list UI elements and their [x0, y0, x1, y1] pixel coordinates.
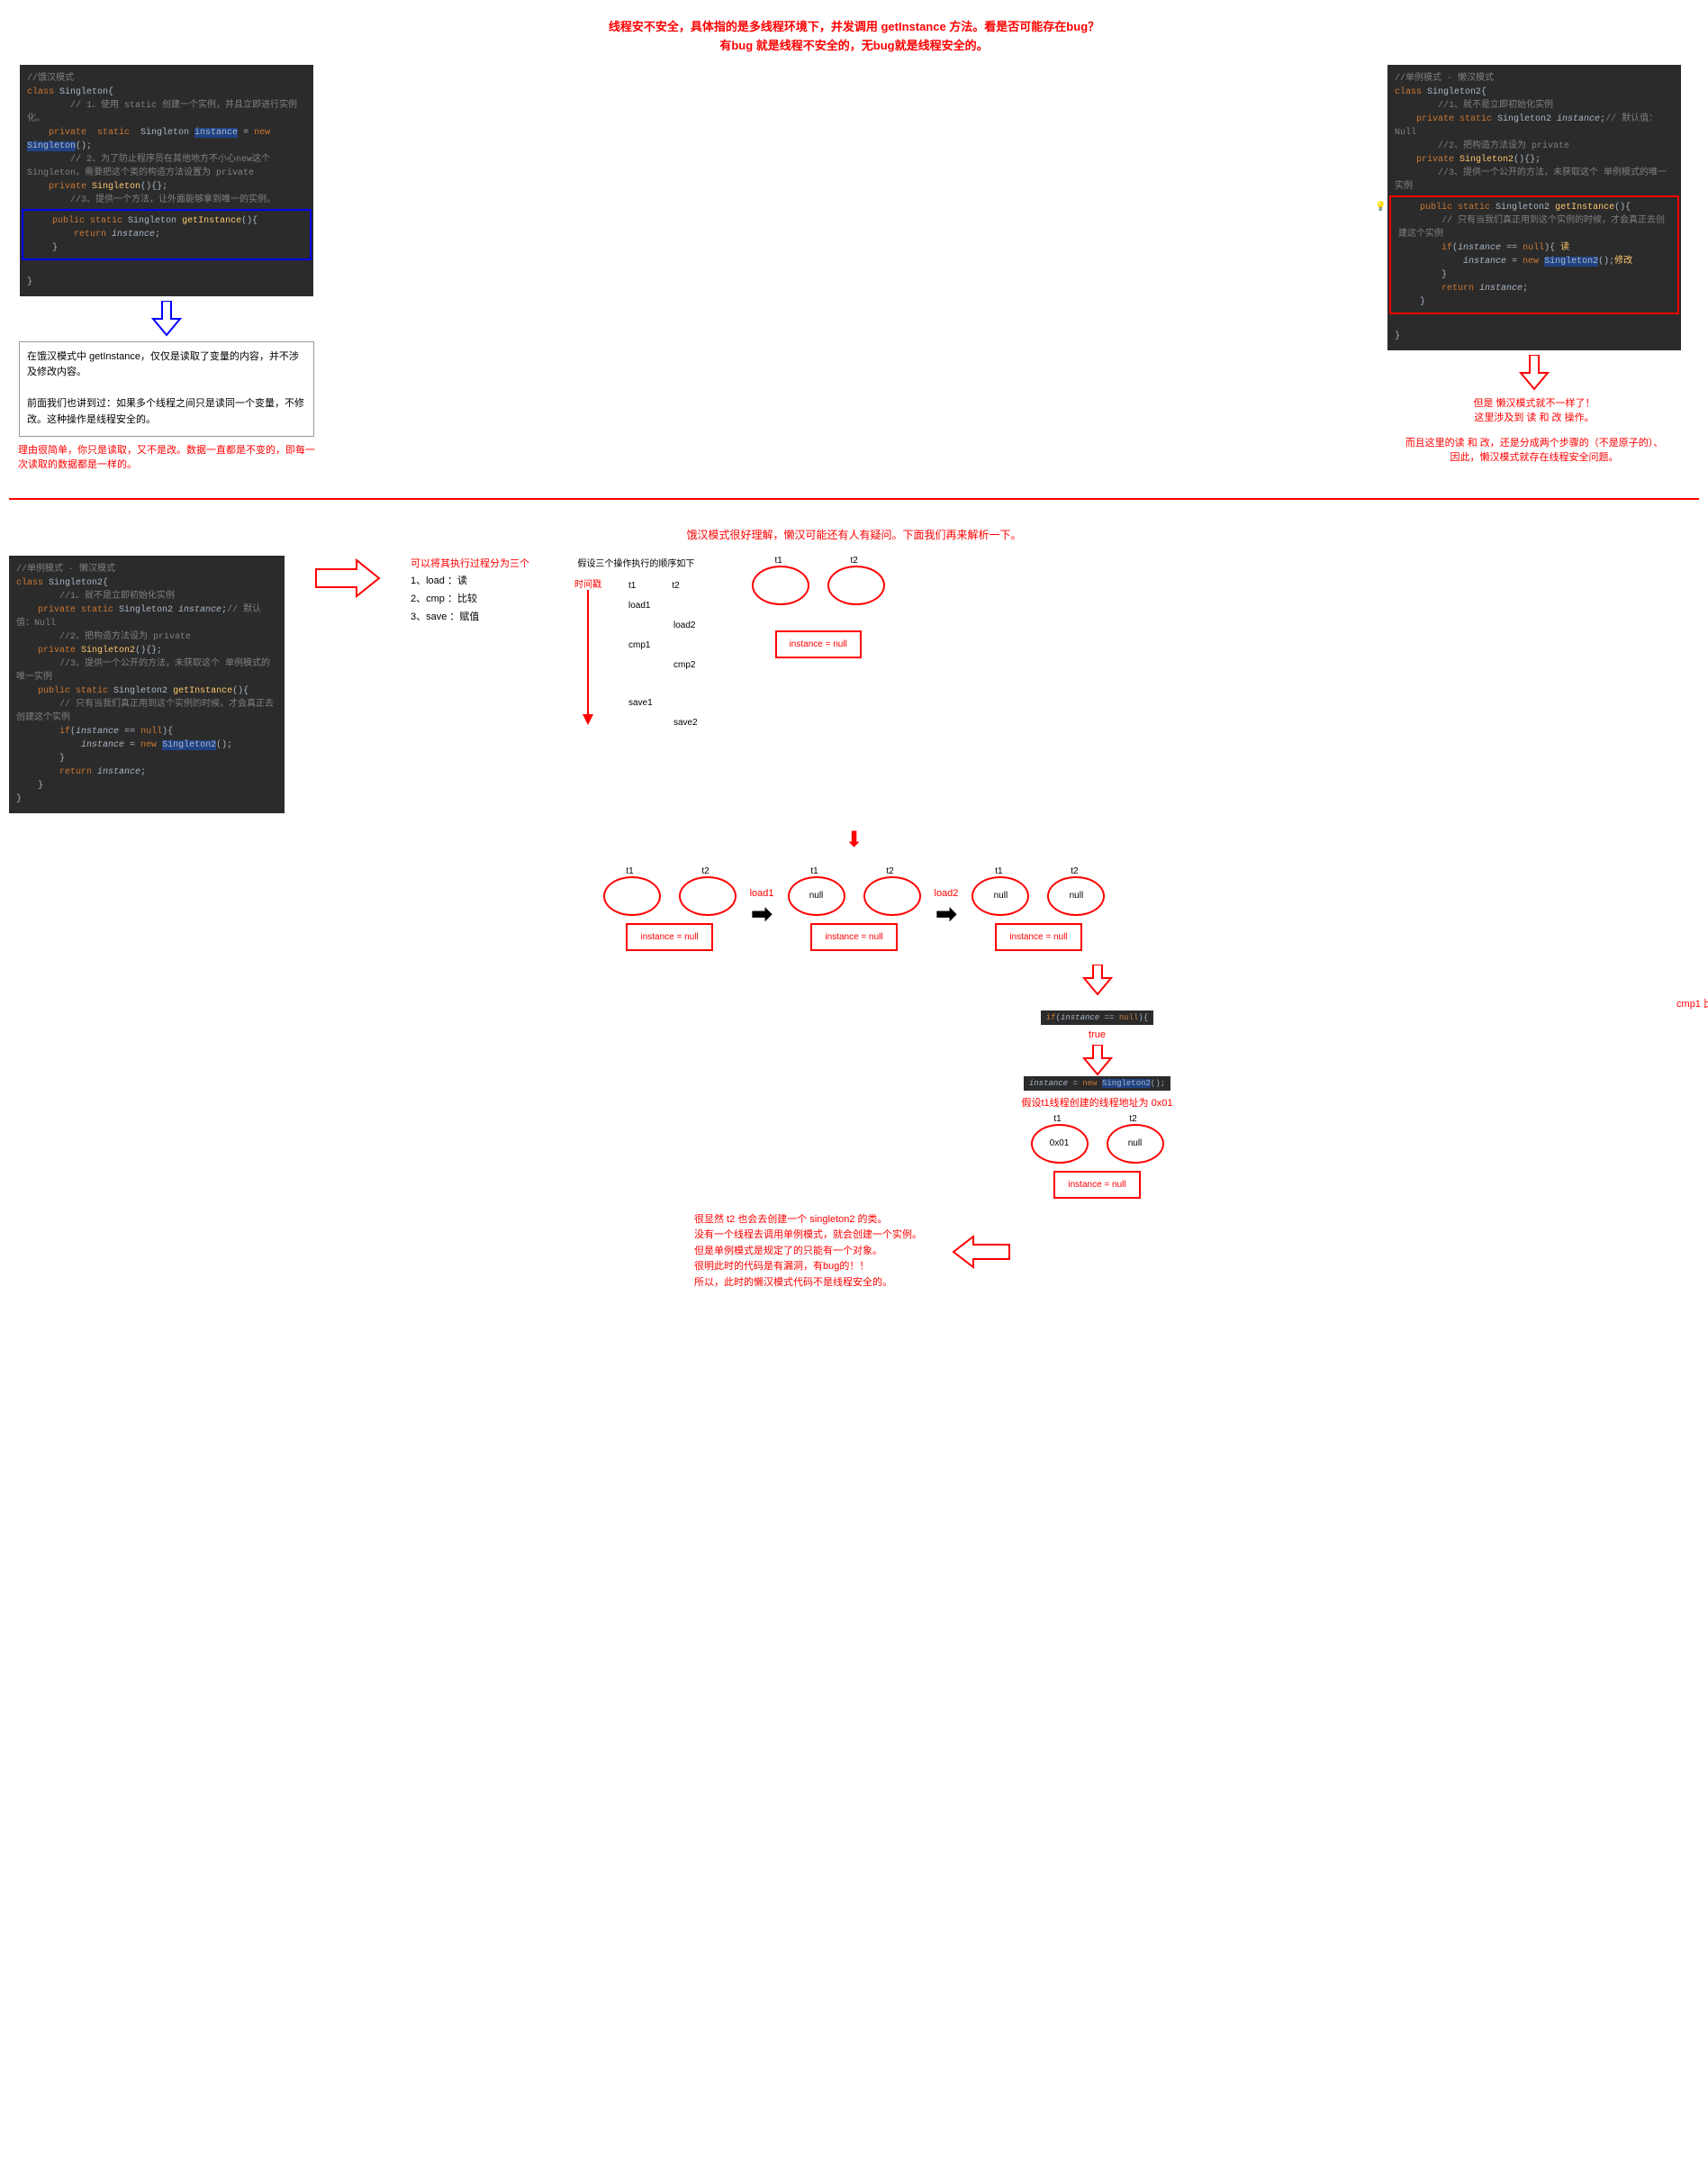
arrow-down-icon	[149, 301, 185, 337]
state-1: t1 t2 instance = null	[603, 866, 737, 951]
timeline: 假设三个操作执行的顺序如下 时间戳 t1t2 load1 load2 cmp1 …	[574, 556, 698, 733]
mid-title: 饿汉模式很好理解，懒汉可能还有人有疑问。下面我们再来解析一下。	[9, 527, 1699, 542]
separator	[9, 498, 1699, 500]
sequence-row: t1 t2 instance = null load1➡ t1null t2 i…	[9, 866, 1699, 951]
code-new: instance = new Singleton2();	[1024, 1076, 1170, 1091]
code-if: if(instance == null){	[1041, 1010, 1153, 1025]
state-3: t1null t2null instance = null	[971, 866, 1105, 951]
arrow-down-icon	[1516, 355, 1552, 391]
arrow-right-icon: ➡	[935, 900, 956, 928]
conclusion: 很显然 t2 也会去创建一个 singleton2 的类。 没有一个线程去调用单…	[694, 1212, 928, 1291]
state-4: t10x01 t2null instance = null	[1031, 1114, 1164, 1199]
bulb-icon: 💡	[1375, 201, 1386, 214]
note-eager-reason: 理由很简单，你只是读取，又不是改。数据一直都是不变的，即每一次读取的数据都是一样…	[18, 442, 315, 471]
note-eager: 在饿汉模式中 getInstance，仅仅是读取了变量的内容，并不涉及修改内容。…	[19, 341, 314, 437]
timeline-arrow-icon	[581, 590, 595, 725]
state-initial: t1 t2 instance = null	[752, 556, 885, 658]
state-2: t1null t2 instance = null	[788, 866, 921, 951]
steps-list: 可以将其执行过程分为三个 1、load ：读 2、cmp ：比较 3、save …	[411, 556, 529, 627]
arrow-right-icon	[312, 556, 384, 601]
main-title: 线程安不安全，具体指的是多线程环境下，并发调用 getInstance 方法。看…	[9, 18, 1699, 56]
cmp-flow: cmp1 比较操作， if(instance == null){ true in…	[495, 965, 1699, 1199]
arrow-down-icon: ⬇	[845, 828, 863, 852]
analysis-row: //单例模式 - 懒汉模式 class Singleton2{ //1、就不是立…	[9, 556, 1699, 813]
code-eager: //饿汉模式 class Singleton{ // 1、使用 static 创…	[20, 65, 313, 296]
top-row: //饿汉模式 class Singleton{ // 1、使用 static 创…	[9, 65, 1699, 471]
note-lazy: 但是 懒汉模式就不一样了！ 这里涉及到 读 和 改 操作。 而且这里的读 和 改…	[1405, 395, 1664, 464]
code-lazy2: //单例模式 - 懒汉模式 class Singleton2{ //1、就不是立…	[9, 556, 285, 813]
arrow-left-icon	[951, 1234, 1014, 1270]
arrow-down-icon	[1080, 1045, 1116, 1076]
arrow-right-icon: ➡	[751, 900, 772, 928]
arrow-down-icon	[1080, 965, 1116, 996]
conclusion-row: 很显然 t2 也会去创建一个 singleton2 的类。 没有一个线程去调用单…	[9, 1212, 1699, 1291]
code-lazy: //单例模式 - 懒汉模式 class Singleton2{ //1、就不是立…	[1387, 65, 1681, 350]
